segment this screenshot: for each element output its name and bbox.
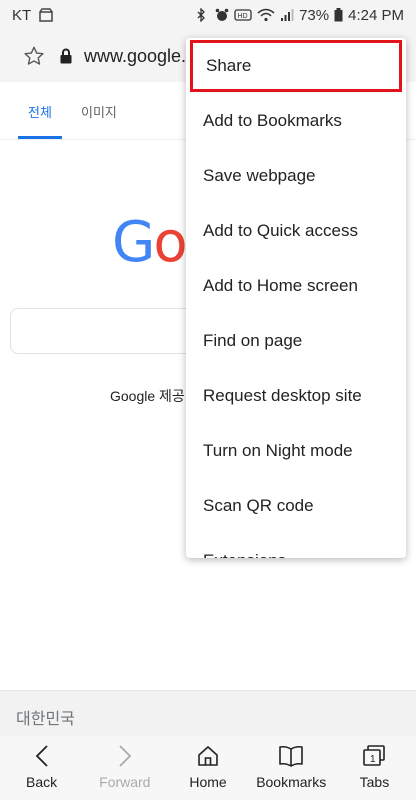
home-label: Home — [189, 774, 227, 790]
menu-item-add-to-home-screen[interactable]: Add to Home screen — [186, 258, 406, 313]
tab-all[interactable]: 전체 — [28, 102, 52, 121]
tabs-button[interactable]: 1 Tabs — [333, 736, 416, 800]
forward-label: Forward — [99, 774, 151, 790]
forward-button[interactable]: Forward — [83, 736, 166, 800]
menu-item-add-to-bookmarks[interactable]: Add to Bookmarks — [186, 93, 406, 148]
footer-country: 대한민국 — [0, 690, 416, 736]
back-label: Back — [26, 774, 58, 790]
carrier-label: KT — [12, 6, 32, 24]
tabs-label: Tabs — [359, 774, 390, 790]
book-icon — [278, 744, 304, 768]
lock-icon — [60, 47, 74, 65]
signal-icon — [280, 8, 294, 22]
chevron-left-icon — [35, 744, 49, 768]
tab-count: 1 — [370, 754, 376, 765]
svg-text:HD: HD — [238, 13, 248, 20]
tab-images[interactable]: 이미지 — [81, 102, 117, 121]
chevron-right-icon — [118, 744, 132, 768]
clock: 4:24 PM — [348, 6, 404, 24]
menu-item-scan-qr-code[interactable]: Scan QR code — [186, 478, 406, 533]
google-logo: Go — [112, 210, 188, 275]
bottom-toolbar: Back Forward Home Bookmarks 1 Tabs — [0, 736, 416, 800]
back-button[interactable]: Back — [0, 736, 83, 800]
menu-item-share[interactable]: Share — [190, 40, 402, 92]
url-field[interactable]: www.google. — [84, 46, 186, 67]
menu-item-extensions[interactable]: Extensions — [186, 533, 406, 559]
menu-item-night-mode[interactable]: Turn on Night mode — [186, 423, 406, 478]
hd-icon: HD — [234, 8, 252, 22]
menu-item-request-desktop-site[interactable]: Request desktop site — [186, 368, 406, 423]
overflow-menu: Share Add to Bookmarks Save webpage Add … — [186, 38, 406, 558]
logo-letter-g: G — [112, 210, 155, 275]
store-icon — [39, 8, 53, 22]
battery-icon — [334, 8, 343, 22]
menu-item-find-on-page[interactable]: Find on page — [186, 313, 406, 368]
wifi-icon — [257, 8, 275, 22]
status-bar: KT HD 73% 4:24 PM — [0, 0, 416, 30]
offered-by-text: Google 제공 — [110, 388, 185, 404]
bookmarks-label: Bookmarks — [256, 774, 327, 790]
active-tab-indicator — [18, 136, 62, 139]
battery-percent: 73% — [299, 6, 330, 24]
home-icon — [196, 744, 220, 768]
home-button[interactable]: Home — [166, 736, 249, 800]
alarm-icon — [215, 8, 229, 22]
bluetooth-icon — [196, 7, 210, 23]
bookmarks-button[interactable]: Bookmarks — [250, 736, 333, 800]
star-icon[interactable] — [22, 44, 46, 68]
menu-item-add-to-quick-access[interactable]: Add to Quick access — [186, 203, 406, 258]
tabs-icon: 1 — [361, 744, 387, 768]
logo-letter-o: o — [153, 210, 187, 275]
menu-item-save-webpage[interactable]: Save webpage — [186, 148, 406, 203]
